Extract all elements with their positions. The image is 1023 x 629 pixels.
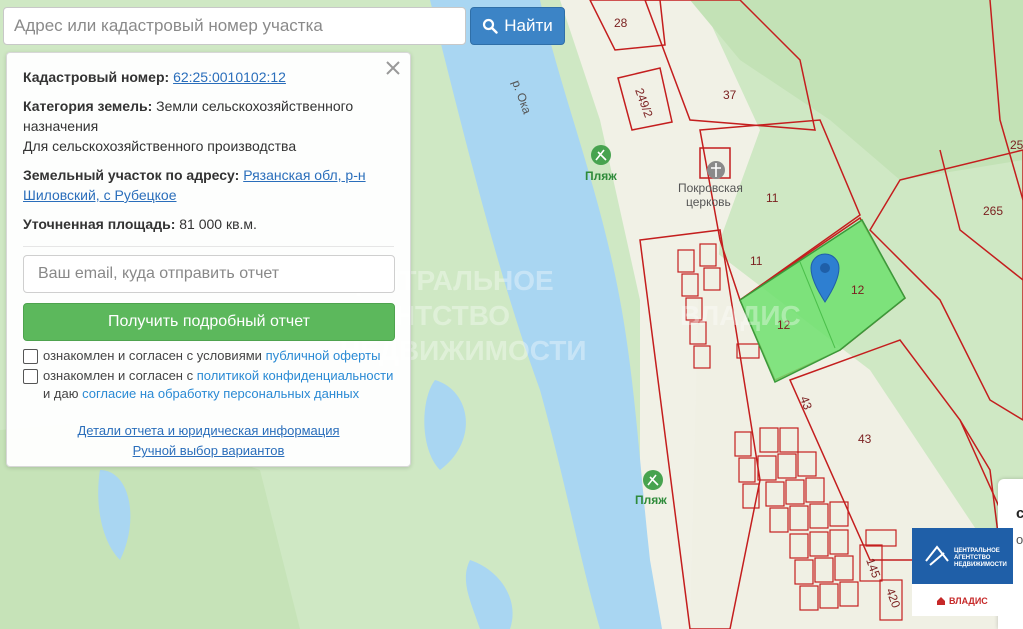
area-row: Уточненная площадь: 81 000 кв.м.: [23, 214, 394, 234]
usage-value: Для сельскохозяйственного производства: [23, 138, 297, 154]
logo-brand: ВЛАДИС: [936, 596, 988, 606]
email-field[interactable]: [23, 255, 395, 293]
church-label: церковь: [686, 195, 731, 209]
parcel-label: 37: [723, 88, 737, 102]
parcel-label: 28: [614, 16, 628, 30]
house-icon: [937, 597, 945, 605]
side-card-text: с: [1016, 505, 1023, 522]
beach-label: Пляж: [585, 169, 617, 183]
cadastral-row: Кадастровый номер: 62:25:0010102:12: [23, 67, 394, 87]
church-label: Покровская: [678, 181, 743, 195]
privacy-consent-row: ознакомлен и согласен с политикой конфид…: [23, 367, 394, 403]
parcel-label: 43: [858, 432, 872, 446]
parcel-info-panel: Кадастровый номер: 62:25:0010102:12 Кате…: [6, 52, 411, 467]
privacy-policy-link[interactable]: политикой конфиденциальности: [197, 368, 394, 383]
parcel-label: 11: [766, 191, 779, 205]
category-label: Категория земель:: [23, 98, 153, 114]
get-report-button[interactable]: Получить подробный отчет: [23, 303, 395, 341]
parcel-label: 265: [983, 204, 1003, 218]
address-label: Земельный участок по адресу:: [23, 167, 240, 183]
report-details-link[interactable]: Детали отчета и юридическая информация: [77, 423, 339, 438]
privacy-checkbox[interactable]: [23, 369, 38, 384]
logo-panel: ЦЕНТРАЛЬНОЕ АГЕНТСТВО НЕДВИЖИМОСТИ: [912, 528, 1013, 584]
divider: [23, 246, 394, 247]
logo-text: ЦЕНТРАЛЬНОЕ АГЕНТСТВО НЕДВИЖИМОСТИ: [954, 548, 1007, 568]
search-icon: [483, 18, 498, 34]
side-card-subtext: о: [1016, 532, 1023, 547]
personal-data-consent-link[interactable]: согласие на обработку персональных данны…: [82, 386, 359, 401]
cadastral-label: Кадастровый номер:: [23, 69, 170, 85]
manual-selection-link[interactable]: Ручной выбор вариантов: [133, 443, 285, 458]
area-label: Уточненная площадь:: [23, 216, 176, 232]
parcel-label: 25: [1010, 138, 1023, 152]
parcel-label: 11: [750, 254, 763, 268]
logo-emblem-icon: [925, 545, 949, 566]
search-button[interactable]: Найти: [470, 7, 565, 45]
offer-consent-row: ознакомлен и согласен с условиями публич…: [23, 347, 394, 365]
offer-consent-text: ознакомлен и согласен с условиями публич…: [43, 348, 381, 363]
brand-logo: ЦЕНТРАЛЬНОЕ АГЕНТСТВО НЕДВИЖИМОСТИ ВЛАДИ…: [912, 528, 1013, 616]
offer-link[interactable]: публичной оферты: [266, 348, 381, 363]
search-button-label: Найти: [504, 16, 553, 35]
church-icon: [707, 161, 725, 179]
close-icon[interactable]: [384, 59, 402, 77]
svg-text:ВЛАДИС: ВЛАДИС: [680, 300, 801, 331]
beach-label: Пляж: [635, 493, 667, 507]
address-row: Земельный участок по адресу: Рязанская о…: [23, 165, 394, 205]
search-input[interactable]: [3, 7, 466, 45]
area-value: 81 000 кв.м.: [179, 216, 257, 232]
offer-checkbox[interactable]: [23, 349, 38, 364]
beach-icon: [591, 145, 611, 165]
privacy-consent-text: ознакомлен и согласен с политикой конфид…: [43, 368, 394, 401]
beach-icon: [643, 470, 663, 490]
cadastral-number-link[interactable]: 62:25:0010102:12: [173, 69, 286, 85]
category-row: Категория земель: Земли сельскохозяйстве…: [23, 96, 394, 136]
parcel-label: 12: [851, 283, 865, 297]
bottom-links: Детали отчета и юридическая информация Р…: [23, 421, 394, 461]
